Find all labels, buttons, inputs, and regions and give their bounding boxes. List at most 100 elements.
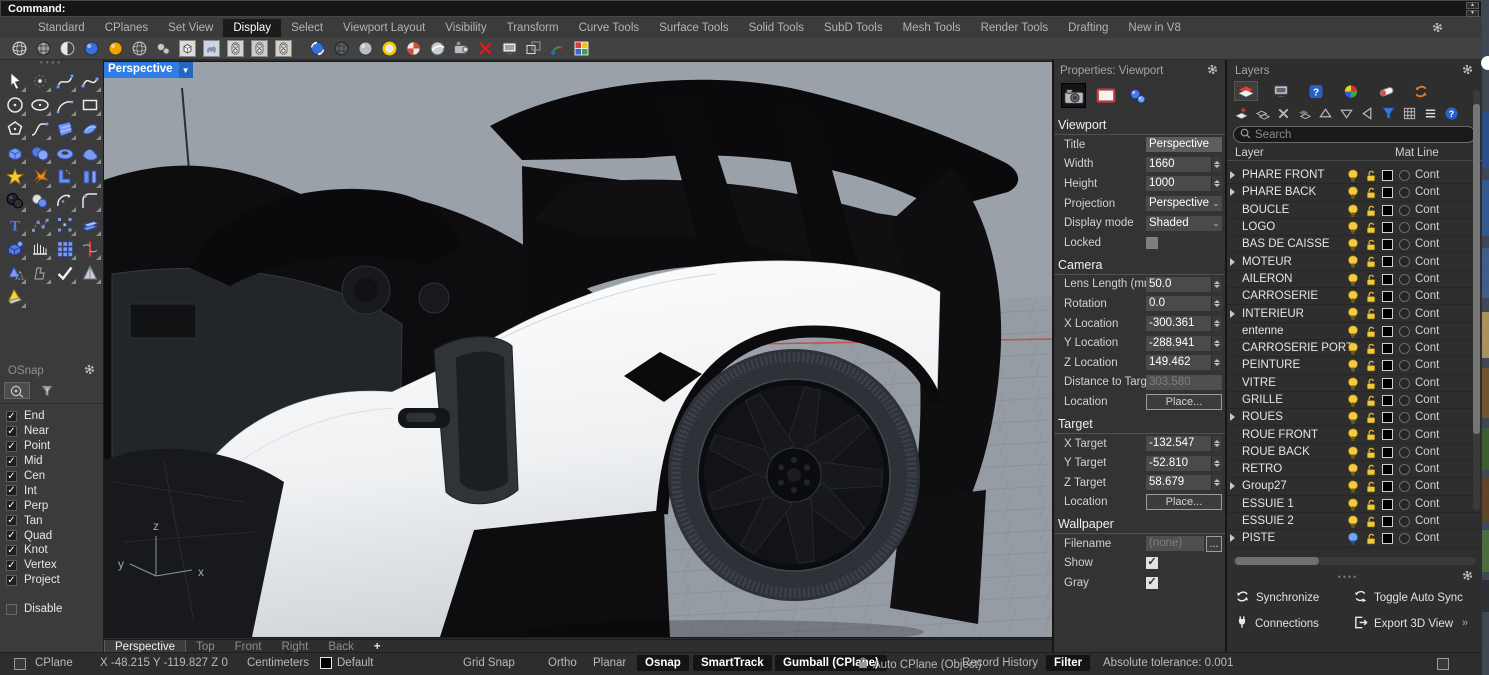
spinner-buttons[interactable] [1211,456,1222,471]
layer-color-swatch[interactable] [1382,239,1393,250]
spinner-buttons[interactable] [1211,336,1222,351]
layer-color-swatch[interactable] [1382,481,1393,492]
status-cplane[interactable]: CPlane [35,657,73,669]
move-down-icon[interactable] [1338,105,1355,121]
layer-linetype[interactable]: Cont [1415,411,1439,423]
synchronize-button[interactable]: Synchronize [1235,589,1353,607]
layers-vertical-scrollbar[interactable] [1473,90,1480,510]
menu-item-render-tools[interactable]: Render Tools [971,19,1059,37]
layer-linetype[interactable]: Cont [1415,256,1439,268]
osnap-snaps-tab[interactable] [4,382,30,399]
layer-material-circle[interactable] [1399,187,1410,198]
edit-points-tool[interactable] [29,214,51,236]
column-linetype[interactable]: Line [1417,147,1439,159]
layer-color-swatch[interactable] [1382,533,1393,544]
display-tab[interactable] [1270,82,1292,100]
rectangle-tool[interactable] [79,94,101,116]
more-button[interactable]: » [1462,617,1468,629]
curve-blend-tool[interactable] [29,118,51,140]
layer-visibility-bulb-icon[interactable] [1347,532,1359,549]
checkbox-show[interactable]: ✓ [1146,557,1158,569]
menu-item-select[interactable]: Select [281,19,333,37]
layers-horizontal-scrollbar[interactable] [1233,557,1476,565]
new-sublayer-icon[interactable] [1254,105,1271,121]
layer-material-circle[interactable] [1399,395,1410,406]
viewport-title-label[interactable]: Perspective ▼ [104,62,193,78]
layer-color-swatch[interactable] [1382,516,1393,527]
menu-item-drafting[interactable]: Drafting [1058,19,1118,37]
layer-linetype[interactable]: Cont [1415,308,1439,320]
viewport-canvas[interactable]: z y x [104,62,1052,637]
number-input[interactable]: -300.361 [1146,316,1211,331]
layer-lock-icon[interactable] [1365,205,1377,220]
polygon-tool[interactable] [4,118,26,140]
expand-arrow-icon[interactable] [1230,171,1235,179]
command-bar[interactable]: Command: ▲▼ [0,0,1482,17]
status-osnap[interactable]: Osnap [637,655,689,671]
expand-arrow-icon[interactable] [1230,413,1235,421]
expand-arrow-icon[interactable] [1230,534,1235,542]
layer-color-swatch[interactable] [1382,412,1393,423]
layer-row-peinture[interactable]: PEINTURECont [1227,357,1482,374]
layer-material-circle[interactable] [1399,343,1410,354]
check-objects-tool[interactable] [54,262,76,284]
layer-color-swatch[interactable] [1382,429,1393,440]
layer-lock-icon[interactable] [1365,222,1377,237]
layer-lock-icon[interactable] [1365,291,1377,306]
sketch-curve-tool[interactable] [79,70,101,92]
viewport-title-text[interactable]: Perspective [104,62,179,78]
osnap-checkbox-vertex[interactable]: ✓ [6,560,17,571]
dropdown-value[interactable]: Perspective [1146,196,1210,211]
menu-item-subd-tools[interactable]: SubD Tools [814,19,893,37]
layer-color-swatch[interactable] [1382,222,1393,233]
layer-material-circle[interactable] [1399,274,1410,285]
solid-spheres-tool[interactable] [29,142,51,164]
layers-tab[interactable] [1235,82,1257,100]
material-tab[interactable] [1375,82,1397,100]
command-history-spinner[interactable]: ▲▼ [1466,2,1479,15]
layer-linetype[interactable]: Cont [1415,429,1439,441]
show-hidden-tool[interactable] [29,262,51,284]
technical-sphere-icon[interactable] [130,40,148,58]
layer-lock-icon[interactable] [1365,429,1377,444]
layer-material-circle[interactable] [1399,499,1410,510]
layer-row-moteur[interactable]: MOTEURCont [1227,253,1482,270]
gear-icon[interactable] [83,363,96,379]
search-input[interactable] [1255,129,1445,141]
layer-linetype[interactable]: Cont [1415,342,1439,354]
artistic-spheres-icon[interactable] [154,40,172,58]
layer-color-swatch[interactable] [1382,326,1393,337]
expand-arrow-icon[interactable] [1230,482,1235,490]
boolean-difference-tool[interactable] [29,190,51,212]
spinner-buttons[interactable] [1211,355,1222,370]
solid-union-tool[interactable] [4,238,26,260]
surface-bend-tool[interactable] [79,118,101,140]
explode-tool[interactable] [4,166,26,188]
status-x-48-215-y-119-827-z-0[interactable]: X -48.215 Y -119.827 Z 0 [100,657,228,669]
spinner-buttons[interactable] [1211,157,1222,172]
layer-material-circle[interactable] [1399,326,1410,337]
environment-sphere-icon[interactable] [428,40,446,58]
display-capsule-3-icon[interactable] [274,40,292,58]
layer-row-entenne[interactable]: entenneCont [1227,323,1482,340]
status-grid-snap[interactable]: Grid Snap [463,657,515,669]
layer-color-swatch[interactable] [1382,499,1393,510]
chevron-down-icon[interactable]: ⌄ [1210,196,1222,211]
layer-material-circle[interactable] [1399,464,1410,475]
layer-row-bas-de-caisse[interactable]: BAS DE CAISSECont [1227,236,1482,253]
layer-material-circle[interactable] [1399,412,1410,423]
layer-material-circle[interactable] [1399,481,1410,492]
layer-row-essuie-1[interactable]: ESSUIE 1Cont [1227,496,1482,513]
layer-linetype[interactable]: Cont [1415,238,1439,250]
layer-linetype[interactable]: Cont [1415,204,1439,216]
layer-material-circle[interactable] [1399,360,1410,371]
spinner-buttons[interactable] [1211,296,1222,311]
boolean-union-tool[interactable] [4,190,26,212]
expand-arrow-icon[interactable] [1230,258,1235,266]
layer-linetype[interactable]: Cont [1415,221,1439,233]
layer-lock-icon[interactable] [1365,360,1377,375]
layer-row-boucle[interactable]: BOUCLECont [1227,202,1482,219]
object-tab[interactable] [1125,83,1150,108]
layer-row-piste[interactable]: PISTECont [1227,530,1482,547]
column-material[interactable]: Mat [1395,147,1414,159]
